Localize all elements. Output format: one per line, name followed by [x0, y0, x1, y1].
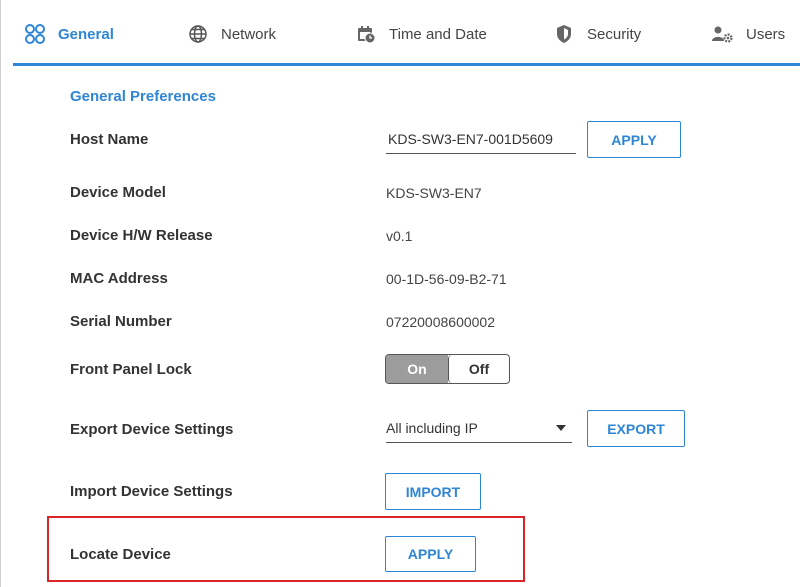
- locate-device-label: Locate Device: [70, 546, 171, 563]
- front-panel-lock-label: Front Panel Lock: [70, 361, 192, 378]
- tab-general[interactable]: General: [24, 22, 114, 46]
- section-title: General Preferences: [70, 88, 216, 105]
- mac-address-value: 00-1D-56-09-B2-71: [386, 271, 507, 287]
- tab-general-label: General: [58, 25, 114, 43]
- tab-security-label: Security: [587, 25, 642, 43]
- import-settings-label: Import Device Settings: [70, 483, 233, 500]
- export-settings-label: Export Device Settings: [70, 421, 234, 438]
- locate-device-apply-button[interactable]: APPLY: [385, 536, 476, 572]
- chevron-down-icon: [556, 425, 566, 431]
- host-name-label: Host Name: [70, 131, 149, 148]
- mac-address-label: MAC Address: [70, 270, 168, 287]
- tab-users[interactable]: Users: [712, 22, 785, 46]
- import-button[interactable]: IMPORT: [385, 473, 481, 510]
- export-settings-selected: All including IP: [386, 419, 478, 436]
- hw-release-label: Device H/W Release: [70, 227, 213, 244]
- export-settings-select[interactable]: All including IP: [386, 413, 572, 443]
- users-gear-icon: [712, 23, 734, 45]
- serial-number-value: 07220008600002: [386, 314, 496, 330]
- toggle-off-option[interactable]: Off: [448, 355, 509, 383]
- tab-users-label: Users: [746, 25, 786, 43]
- tab-network[interactable]: Network: [187, 22, 276, 46]
- tab-bar: General Network Time and Date Security U…: [0, 0, 800, 66]
- left-border: [0, 0, 1, 587]
- host-name-apply-button[interactable]: APPLY: [587, 121, 681, 158]
- front-panel-lock-toggle[interactable]: On Off: [385, 354, 510, 384]
- tab-time-and-date[interactable]: Time and Date: [355, 22, 487, 46]
- export-button[interactable]: EXPORT: [587, 410, 685, 447]
- serial-number-label: Serial Number: [70, 313, 172, 330]
- toggle-on-option[interactable]: On: [386, 355, 448, 383]
- calendar-clock-icon: [355, 23, 377, 45]
- host-name-input[interactable]: [386, 125, 576, 154]
- device-model-value: KDS-SW3-EN7: [386, 185, 482, 201]
- shield-icon: [553, 23, 575, 45]
- tab-security[interactable]: Security: [553, 22, 641, 46]
- device-model-label: Device Model: [70, 184, 166, 201]
- globe-icon: [187, 23, 209, 45]
- tab-time-and-date-label: Time and Date: [389, 25, 487, 43]
- tab-network-label: Network: [221, 25, 277, 43]
- tab-active-underline: [13, 63, 800, 66]
- general-grid-icon: [24, 23, 46, 45]
- hw-release-value: v0.1: [386, 228, 413, 244]
